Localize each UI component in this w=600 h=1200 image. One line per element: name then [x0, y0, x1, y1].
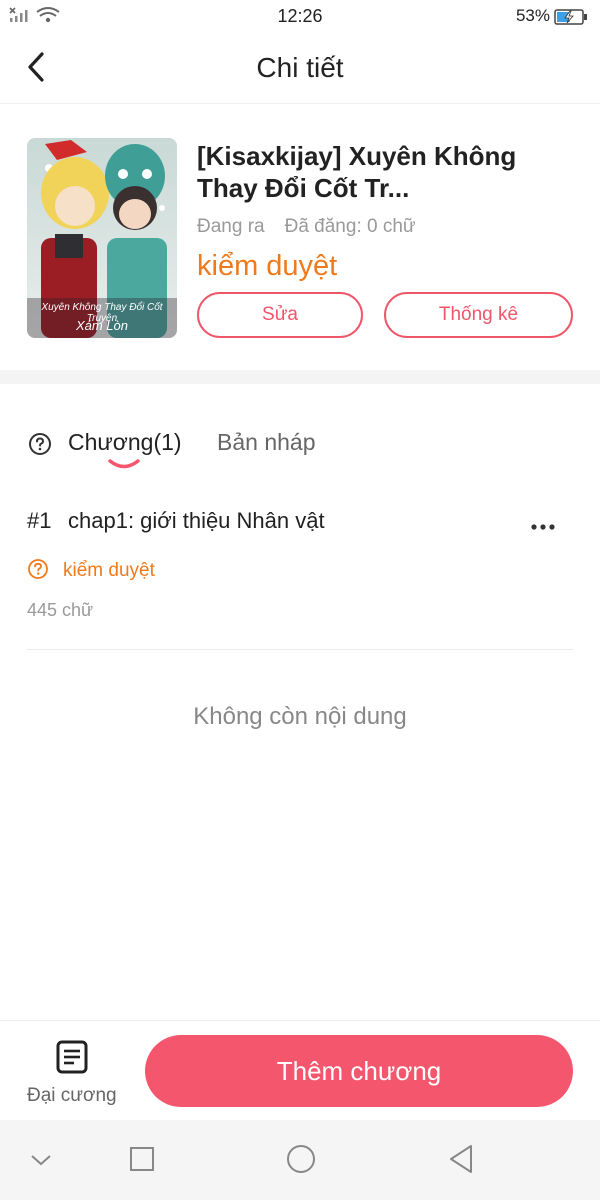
- tab-drafts[interactable]: Bản nháp: [217, 429, 315, 456]
- list-item[interactable]: #1 chap1: giới thiệu Nhân vật kiểm duyệt…: [0, 490, 600, 650]
- home-icon[interactable]: [284, 1142, 318, 1183]
- help-icon[interactable]: [28, 432, 52, 461]
- tab-chapters[interactable]: Chương(1): [68, 429, 182, 456]
- battery-percent: 53%: [515, 6, 550, 25]
- battery-icon: [554, 8, 588, 31]
- recent-apps-icon[interactable]: [128, 1142, 156, 1183]
- status-time: 12:26: [277, 6, 323, 26]
- bottom-action-bar: Đại cương Thêm chương: [0, 1020, 600, 1120]
- outline-label[interactable]: Đại cương: [27, 1085, 117, 1107]
- more-options-icon[interactable]: [530, 518, 556, 536]
- book-title: [Kisaxkijay] Xuyên Không Thay Đổi Cốt Tr…: [197, 141, 517, 203]
- outline-icon[interactable]: [55, 1039, 89, 1080]
- book-state: Đang ra: [197, 216, 265, 237]
- review-status: kiểm duyệt: [197, 250, 338, 282]
- book-cover[interactable]: Xuyên Không Thay Đổi Cốt Truyện Xám Lòn: [27, 138, 177, 338]
- stats-button[interactable]: Thống kê: [384, 292, 573, 338]
- active-tab-indicator: [106, 458, 142, 477]
- book-posted: Đã đăng: 0 chữ: [284, 216, 416, 237]
- chevron-down-icon[interactable]: [28, 1142, 54, 1183]
- status-bar: 12:26 53%: [0, 0, 600, 32]
- chapter-tabs: Chương(1) Bản nháp: [0, 384, 600, 484]
- header: Chi tiết: [0, 32, 600, 104]
- review-icon: [27, 558, 49, 585]
- chapter-title: chap1: giới thiệu Nhân vật: [68, 508, 325, 533]
- empty-state-text: Không còn nội dung: [193, 703, 407, 730]
- add-chapter-button[interactable]: Thêm chương: [145, 1035, 573, 1107]
- cover-author: Xám Lòn: [75, 318, 129, 333]
- edit-button[interactable]: Sửa: [197, 292, 363, 338]
- book-info: Xuyên Không Thay Đổi Cốt Truyện Xám Lòn …: [0, 104, 600, 370]
- chapter-status: kiểm duyệt: [63, 560, 155, 581]
- back-nav-icon[interactable]: [446, 1142, 476, 1183]
- divider: [27, 649, 573, 650]
- section-divider: [0, 370, 600, 384]
- page-title: Chi tiết: [256, 52, 344, 83]
- system-nav-bar: [0, 1120, 600, 1200]
- chapter-word-count: 445 chữ: [27, 600, 94, 620]
- chapter-number: #1: [27, 508, 52, 533]
- book-meta: Đang ra Đã đăng: 0 chữ: [197, 216, 416, 238]
